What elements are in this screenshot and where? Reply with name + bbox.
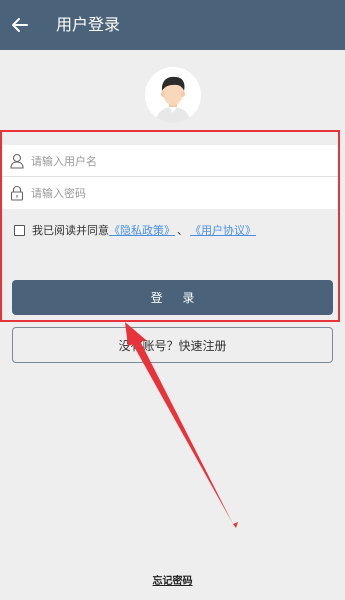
- register-button[interactable]: 没有账号？快速注册: [12, 327, 333, 363]
- forgot-password-link[interactable]: 忘记密码: [0, 572, 345, 587]
- agreement-prefix: 我已阅读并同意: [32, 224, 109, 237]
- username-row: [1, 145, 340, 177]
- arrow-left-icon[interactable]: [9, 14, 31, 36]
- agreement-row: 我已阅读并同意 《隐私政策》 、 《用户协议》: [14, 222, 256, 238]
- avatar: [145, 67, 201, 123]
- agreement-separator: 、: [177, 224, 188, 237]
- password-row: [1, 177, 340, 209]
- user-outline-icon: [10, 153, 24, 169]
- login-button[interactable]: 登 录: [12, 280, 333, 315]
- username-input[interactable]: [31, 149, 331, 173]
- lock-icon: [10, 185, 24, 201]
- login-form: [1, 145, 340, 209]
- password-input[interactable]: [31, 181, 331, 205]
- page-title: 用户登录: [56, 15, 121, 34]
- user-avatar-icon: [145, 67, 201, 123]
- user-agreement-link[interactable]: 《用户协议》: [190, 222, 256, 238]
- top-bar: 用户登录: [0, 0, 345, 50]
- privacy-policy-link[interactable]: 《隐私政策》: [109, 222, 175, 238]
- agreement-checkbox[interactable]: [14, 224, 25, 236]
